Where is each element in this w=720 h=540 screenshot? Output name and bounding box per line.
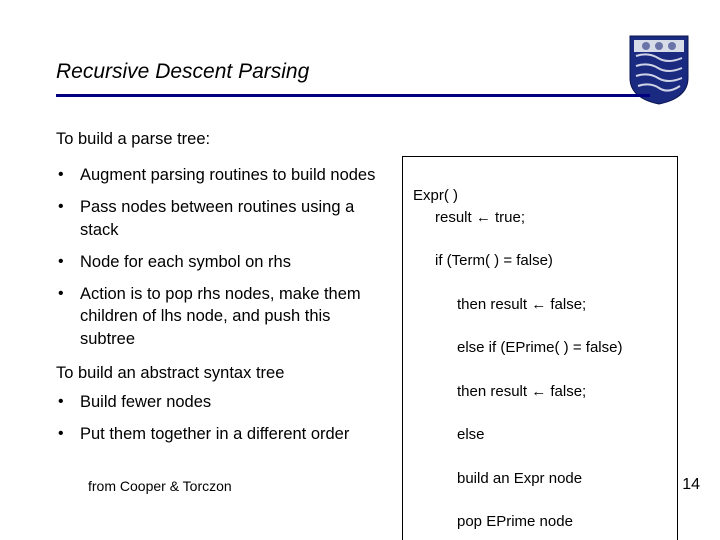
list-item: Node for each symbol on rhs [56, 251, 376, 273]
code-line: build an Expr node [413, 468, 667, 490]
list-item: Build fewer nodes [56, 391, 376, 413]
code-line: if (Term( ) = false) [413, 250, 667, 272]
code-line: else if (EPrime( ) = false) [413, 337, 667, 359]
footer-attribution: from Cooper & Torczon [88, 478, 232, 494]
code-line: then result ← false; [413, 381, 667, 403]
list-item: Augment parsing routines to build nodes [56, 164, 376, 186]
list-item: Action is to pop rhs nodes, make them ch… [56, 283, 376, 350]
bullets-secondary: Build fewer nodes Put them together in a… [56, 391, 376, 446]
slide-title: Recursive Descent Parsing [56, 60, 309, 84]
section-b-label: To build an abstract syntax tree [56, 364, 376, 383]
title-rule [56, 94, 650, 97]
code-line: Expr( ) [413, 187, 458, 204]
code-line: else [413, 424, 667, 446]
code-line: pop EPrime node [413, 511, 667, 533]
pseudocode-box: Expr( ) result ← true; if (Term( ) = fal… [402, 156, 678, 540]
list-item: Put them together in a different order [56, 423, 376, 445]
code-line: then result ← false; [413, 294, 667, 316]
code-line: result ← true; [413, 207, 667, 229]
list-item: Pass nodes between routines using a stac… [56, 196, 376, 241]
page-number: 14 [682, 476, 700, 494]
right-column: Expr( ) result ← true; if (Term( ) = fal… [402, 156, 678, 540]
bullets-primary: Augment parsing routines to build nodes … [56, 164, 376, 350]
intro-text: To build a parse tree: [56, 130, 210, 149]
